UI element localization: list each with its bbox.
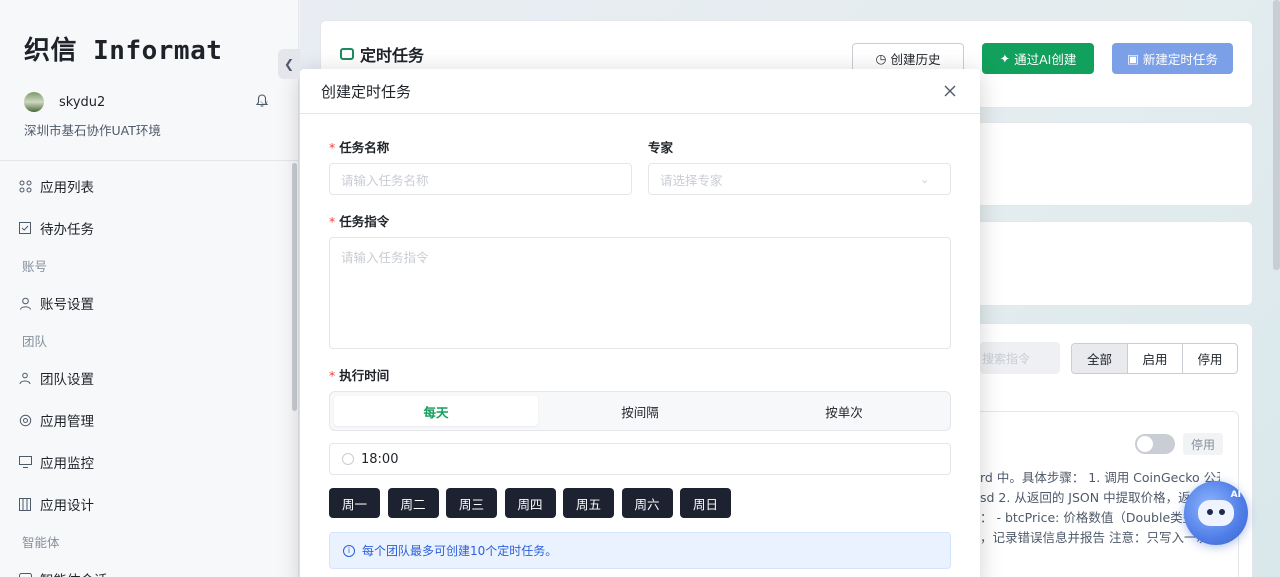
modal-title: 创建定时任务 (321, 82, 412, 101)
frequency-tabs: 每天 按间隔 按单次 (329, 391, 951, 431)
gear-icon (18, 413, 32, 427)
org-name: 深圳市基石协作UAT环境 (24, 123, 161, 138)
tab-interval[interactable]: 按间隔 (538, 396, 742, 426)
checkbox-icon (18, 221, 32, 235)
info-icon: i (343, 544, 355, 557)
status-filter: 全部 启用 停用 (1071, 343, 1238, 374)
day-chip[interactable]: 周五 (563, 488, 614, 518)
user-icon (18, 296, 32, 310)
task-description-line: rd 中。具体步骤： 1. 调用 CoinGecko 公开 (980, 470, 1220, 485)
chevron-left-icon: ❮ (283, 57, 295, 71)
sidebar-item-label: 应用列表 (40, 180, 94, 196)
ai-badge: AI (1230, 490, 1241, 500)
main-scrollbar[interactable] (1273, 0, 1280, 270)
search-input[interactable]: 搜索指令 (980, 342, 1060, 374)
sidebar-item-label: 待办任务 (40, 222, 94, 238)
tip-text: 每个团队最多可创建10个定时任务。 (362, 544, 558, 558)
modal-header: 创建定时任务 (300, 69, 980, 114)
weekday-selector: 周一 周二 周三 周四 周五 周六 周日 (329, 488, 739, 518)
day-chip[interactable]: 周四 (504, 488, 556, 518)
task-toggle[interactable] (1135, 434, 1175, 454)
history-button-label: 创建历史 (890, 52, 941, 67)
chevron-down-icon: ⌄ (920, 172, 930, 186)
ai-assistant-button[interactable]: AI (1184, 481, 1248, 545)
sidebar-item-label: 智能体会话 (40, 569, 108, 577)
page-title-text: 定时任务 (360, 46, 425, 65)
status-badge: 停用 (1183, 433, 1223, 455)
schedule-label: * 执行时间 (329, 368, 390, 383)
sidebar-item-team-settings[interactable]: 团队设置 (0, 357, 290, 399)
username: skydu2 (59, 94, 106, 110)
sidebar-scrollbar[interactable] (292, 163, 297, 411)
create-task-modal: 创建定时任务 * 任务名称 请输入任务名称 专家 请选择专家 ⌄ * 任务指令 请输… (300, 69, 980, 577)
sidebar-item-label: 应用设计 (40, 498, 94, 514)
tab-daily[interactable]: 每天 (334, 396, 538, 426)
sidebar-item-app-monitor[interactable]: 应用监控 (0, 441, 290, 483)
clock-icon (342, 453, 354, 465)
robot-face-icon (1198, 500, 1234, 526)
divider (0, 160, 299, 161)
filter-all[interactable]: 全部 (1072, 344, 1127, 373)
day-chip[interactable]: 周六 (621, 488, 673, 518)
team-icon (18, 371, 32, 385)
task-name-label: * 任务名称 (329, 140, 390, 155)
time-picker[interactable]: 18:00 (329, 443, 951, 475)
expert-label: 专家 (648, 140, 674, 155)
filter-disabled[interactable]: 停用 (1182, 344, 1237, 373)
history-icon: ◷ (875, 51, 887, 66)
grid-icon (18, 179, 32, 193)
sidebar-item-app-design[interactable]: 应用设计 (0, 483, 290, 525)
sidebar: 织信 Informat skydu2 ⌵ 深圳市基石协作UAT环境 应用列表 待… (0, 0, 299, 577)
sidebar-item-label: 应用管理 (40, 414, 94, 430)
sparkle-icon: ✦ (999, 51, 1011, 66)
task-description-line: ，记录错误信息并报告 注意：只写入一次... (980, 530, 1220, 545)
close-icon[interactable] (942, 83, 958, 99)
tab-once[interactable]: 按单次 (742, 396, 946, 426)
bell-icon[interactable] (254, 93, 270, 109)
new-task-button[interactable]: ▣ 新建定时任务 (1112, 43, 1233, 74)
collapse-sidebar-button[interactable]: ❮ (278, 49, 300, 79)
time-value: 18:00 (361, 451, 399, 467)
calendar-plus-icon: ▣ (1127, 51, 1139, 66)
sidebar-item-account-settings[interactable]: 账号设置 (0, 282, 290, 324)
filter-enabled[interactable]: 启用 (1127, 344, 1182, 373)
monitor-icon (18, 455, 32, 469)
chat-icon (18, 572, 32, 577)
design-icon (18, 497, 32, 511)
page-title: 定时任务 (340, 42, 424, 66)
day-chip[interactable]: 周三 (446, 488, 497, 518)
user-switcher[interactable]: skydu2 ⌵ (24, 92, 274, 112)
day-chip[interactable]: 周一 (329, 488, 380, 518)
expert-select[interactable]: 请选择专家 ⌄ (648, 163, 951, 195)
expert-select-placeholder: 请选择专家 (660, 172, 723, 188)
nav-section-account: 账号 (22, 259, 48, 274)
sidebar-item-app-list[interactable]: 应用列表 (0, 165, 290, 207)
sidebar-item-label: 账号设置 (40, 297, 94, 313)
day-chip[interactable]: 周日 (680, 488, 731, 518)
new-task-button-label: 新建定时任务 (1142, 52, 1218, 67)
sidebar-nav: 应用列表 待办任务 账号 账号设置 团队 团队设置 应用管理 应用监控 应用设计… (0, 165, 290, 577)
sidebar-item-label: 团队设置 (40, 372, 94, 388)
nav-section-agent: 智能体 (22, 535, 60, 550)
avatar (24, 92, 44, 112)
sidebar-item-app-manage[interactable]: 应用管理 (0, 399, 290, 441)
robot-icon (340, 48, 354, 60)
instruction-label: * 任务指令 (329, 214, 390, 229)
brand-logo: 织信 Informat (24, 36, 223, 66)
task-name-input[interactable]: 请输入任务名称 (329, 163, 632, 195)
sidebar-item-agent-chat[interactable]: 智能体会话 (0, 558, 290, 577)
instruction-textarea[interactable]: 请输入任务指令 (329, 237, 951, 349)
ai-create-button[interactable]: ✦ 通过AI创建 (982, 43, 1094, 74)
sidebar-item-todo[interactable]: 待办任务 (0, 207, 290, 249)
limit-tip: i 每个团队最多可创建10个定时任务。 (329, 532, 951, 569)
sidebar-item-label: 应用监控 (40, 456, 94, 472)
day-chip[interactable]: 周二 (387, 488, 439, 518)
nav-section-team: 团队 (22, 334, 48, 349)
task-description-line: sd 2. 从返回的 JSON 中提取价格，返回格 (980, 490, 1216, 505)
ai-create-button-label: 通过AI创建 (1014, 52, 1077, 67)
